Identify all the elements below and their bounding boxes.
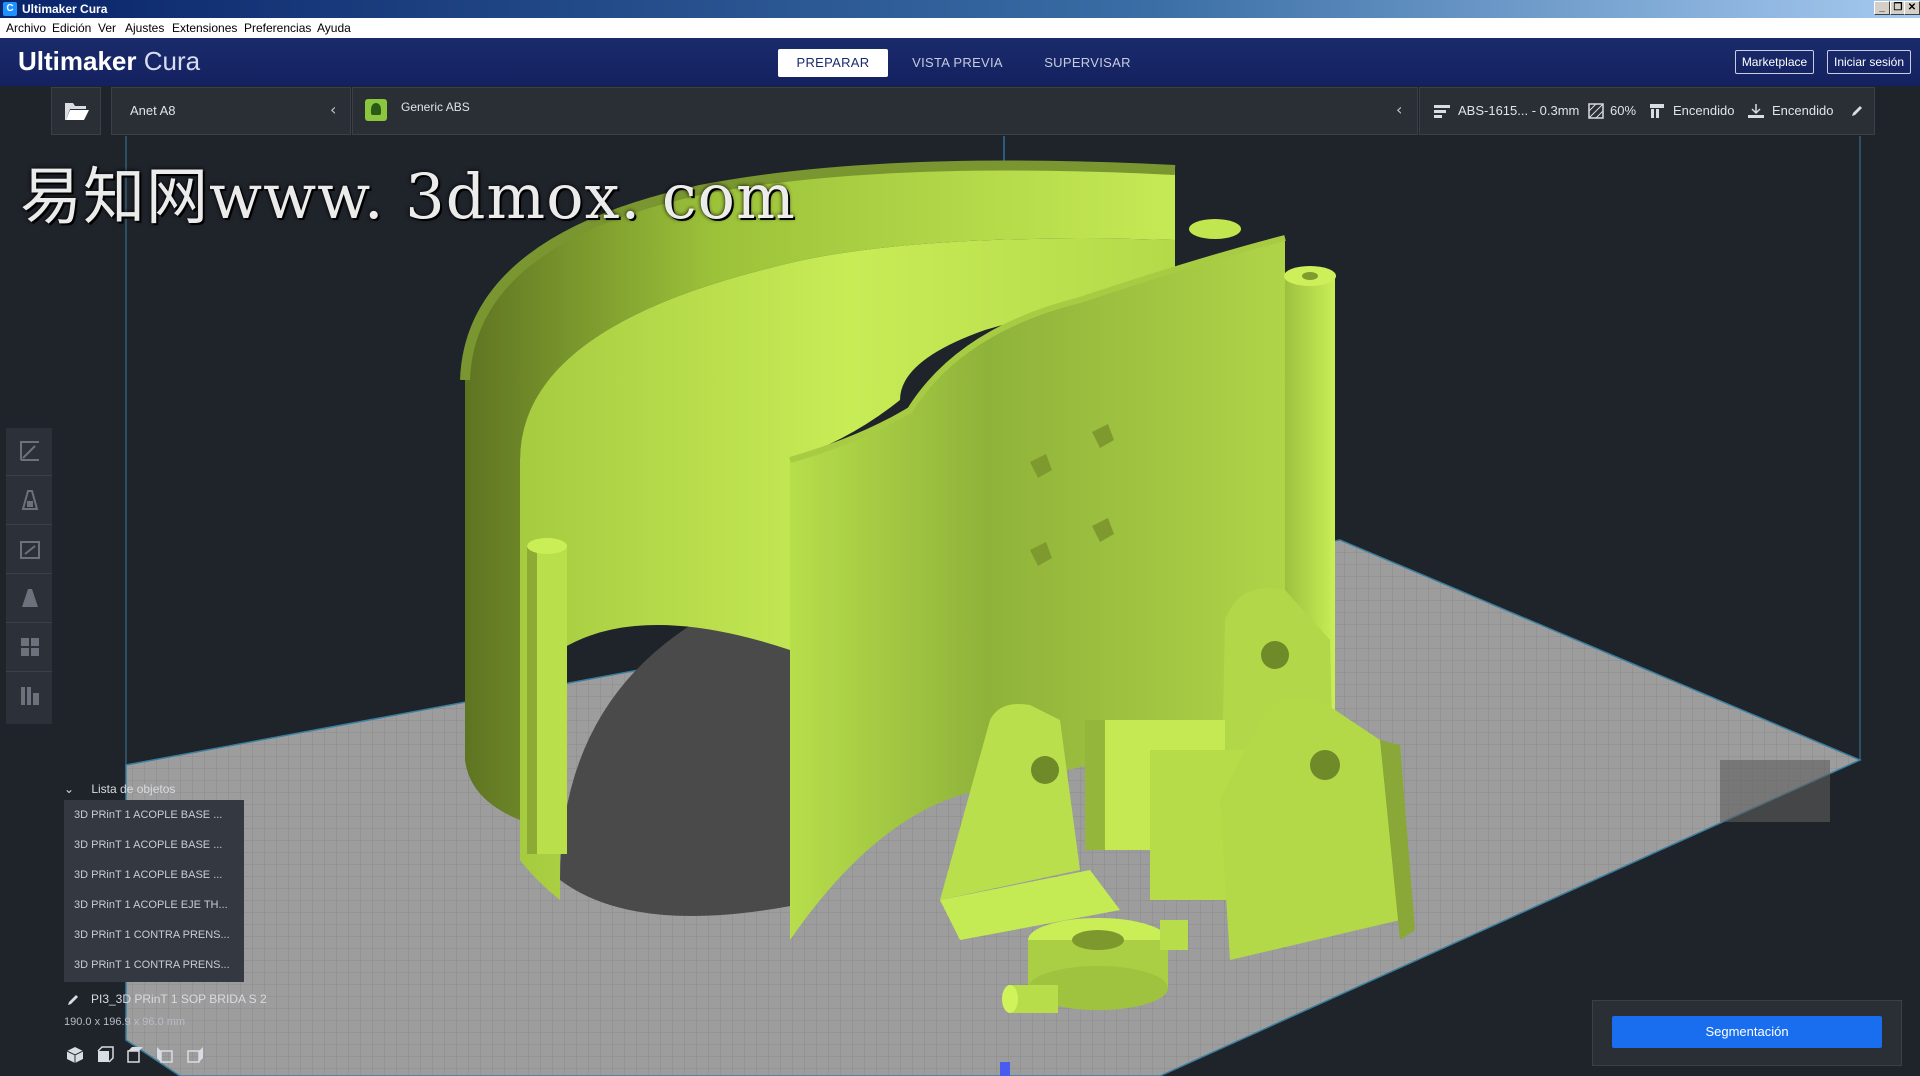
scale-icon [21, 490, 39, 510]
menu-ajustes[interactable]: Ajustes [125, 21, 164, 35]
front-view-button[interactable] [96, 1046, 116, 1066]
window-title-bar: C Ultimaker Cura _ ❐ ✕ [0, 0, 1920, 18]
3d-view-button[interactable] [66, 1046, 86, 1066]
list-item[interactable]: 3D PRinT 1 ACOPLE BASE ... [64, 800, 244, 830]
tab-supervisar[interactable]: SUPERVISAR [1030, 49, 1145, 77]
slice-button[interactable]: Segmentación [1612, 1016, 1882, 1048]
menu-archivo[interactable]: Archivo [6, 21, 46, 35]
rotate-tool[interactable] [6, 526, 52, 574]
mirror-tool[interactable] [6, 575, 52, 623]
menu-ver[interactable]: Ver [98, 21, 116, 35]
list-item[interactable]: 3D PRinT 1 CONTRA PRENS... [64, 950, 244, 980]
extruder-icon [365, 99, 387, 121]
chevron-left-icon: ‹ [330, 100, 337, 119]
menu-extensiones[interactable]: Extensiones [172, 21, 237, 35]
brand-product: Cura [143, 46, 201, 76]
selected-object-name: PI3_3D PRinT 1 SOP BRIDA S 2 [91, 992, 267, 1006]
tab-vista-previa[interactable]: VISTA PREVIA [900, 49, 1015, 77]
material-name: Generic ABS [401, 100, 470, 114]
pencil-icon[interactable] [66, 993, 80, 1007]
move-icon [20, 441, 39, 461]
pencil-icon[interactable] [1850, 104, 1864, 118]
move-tool[interactable] [6, 428, 52, 476]
minimize-button[interactable]: _ [1874, 1, 1890, 15]
top-view-icon [127, 1047, 143, 1063]
scale-tool[interactable] [6, 477, 52, 525]
close-button[interactable]: ✕ [1904, 1, 1920, 15]
mirror-icon [22, 589, 38, 607]
rotate-icon [20, 541, 40, 559]
brand-logo: Ultimaker Cura [18, 46, 200, 77]
menu-ayuda[interactable]: Ayuda [317, 21, 351, 35]
support-value: Encendido [1673, 103, 1735, 118]
selected-object-dimensions: 190.0 x 196.9 x 96.0 mm [64, 1016, 186, 1028]
right-view-button[interactable] [186, 1046, 206, 1066]
profile-icon [1434, 105, 1450, 118]
list-item[interactable]: 3D PRinT 1 ACOPLE BASE ... [64, 830, 244, 860]
menu-edicion[interactable]: Edición [52, 21, 91, 35]
support-blocker-icon [21, 687, 39, 705]
list-item[interactable]: 3D PRinT 1 ACOPLE BASE ... [64, 860, 244, 890]
infill-value: 60% [1610, 103, 1637, 118]
watermark-text: 易知网www. 3dmox. com [20, 160, 796, 233]
left-view-icon [157, 1047, 173, 1063]
window-title: Ultimaker Cura [22, 2, 108, 16]
folder-open-icon [65, 103, 89, 120]
menubar: Archivo Edición Ver Ajustes Extensiones … [0, 18, 1920, 38]
printer-selector[interactable]: Anet A8 ‹ [111, 87, 351, 135]
material-selector[interactable]: Generic ABS ‹ [352, 87, 1418, 135]
cura-app-icon: C [3, 2, 17, 16]
adhesion-icon [1748, 104, 1764, 118]
object-list-title: Lista de objetos [91, 782, 176, 796]
open-file-button[interactable] [51, 87, 101, 135]
tab-preparar[interactable]: PREPARAR [778, 49, 888, 77]
3d-viewport[interactable]: 易知网www. 3dmox. com [0, 136, 1920, 1076]
infill-icon [1588, 103, 1604, 119]
right-view-icon [187, 1047, 203, 1063]
3d-view-icon [66, 1047, 84, 1063]
per-model-settings-icon [21, 638, 39, 656]
support-blocker-tool[interactable] [6, 673, 52, 721]
object-list-toggle[interactable]: ⌄ Lista de objetos [64, 782, 175, 796]
tool-panel [6, 428, 52, 724]
chevron-left-icon: ‹ [1396, 100, 1403, 119]
menu-preferencias[interactable]: Preferencias [244, 21, 311, 35]
app-header: Ultimaker Cura PREPARAR VISTA PREVIA SUP… [0, 38, 1920, 86]
front-view-icon [97, 1046, 114, 1063]
chevron-down-icon: ⌄ [64, 782, 75, 796]
support-icon [1650, 104, 1664, 118]
adhesion-value: Encendido [1772, 103, 1834, 118]
scene-render [125, 136, 1862, 1076]
brand-name: Ultimaker [18, 46, 137, 76]
marketplace-button[interactable]: Marketplace [1735, 50, 1814, 74]
object-list: 3D PRinT 1 ACOPLE BASE ... 3D PRinT 1 AC… [64, 800, 244, 982]
left-view-button[interactable] [156, 1046, 176, 1066]
printer-name: Anet A8 [130, 103, 176, 118]
profile-label: ABS-1615... - 0.3mm [1458, 103, 1580, 118]
list-item[interactable]: 3D PRinT 1 ACOPLE EJE TH... [64, 890, 244, 920]
per-model-settings-tool[interactable] [6, 624, 52, 672]
top-view-button[interactable] [126, 1046, 146, 1066]
print-settings-selector[interactable]: ABS-1615... - 0.3mm 60% Encendido Encend… [1419, 87, 1875, 135]
list-item[interactable]: 3D PRinT 1 CONTRA PRENS... [64, 920, 244, 950]
signin-button[interactable]: Iniciar sesión [1827, 50, 1911, 74]
